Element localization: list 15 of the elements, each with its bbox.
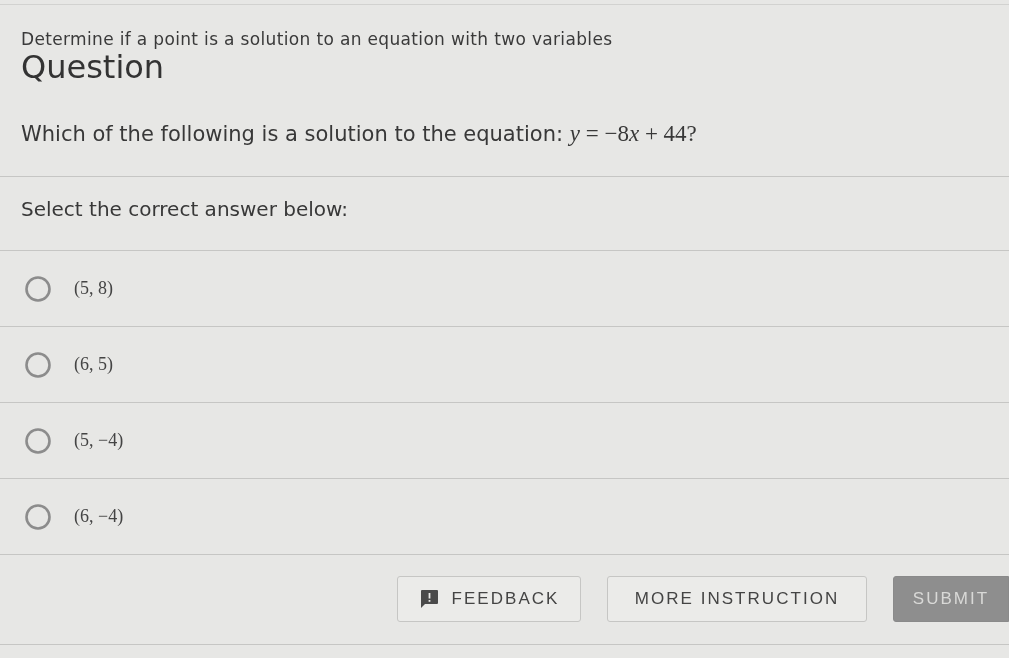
radio-button[interactable] — [25, 503, 51, 530]
topic-title: Determine if a point is a solution to an equation with two variables — [21, 29, 613, 49]
speech-bubble-icon — [418, 589, 439, 609]
question-heading: Question — [21, 49, 165, 85]
answer-option: (6, 5) — [74, 351, 113, 378]
feedback-button[interactable]: FEEDBACK — [397, 576, 581, 622]
radio-button[interactable] — [25, 427, 51, 454]
instruction-text: Select the correct answer below: — [21, 196, 348, 222]
question-text: Which of the following is a solution to the equation: y = −8x + 44? — [21, 120, 697, 148]
answer-option: (6, −4) — [74, 503, 124, 530]
radio-button[interactable] — [25, 275, 51, 302]
instruction-button[interactable]: MORE INSTRUCTION — [607, 576, 867, 622]
answer-option: (5, 8) — [74, 275, 113, 302]
radio-button[interactable] — [25, 351, 51, 378]
answer-option: (5, −4) — [74, 427, 124, 454]
